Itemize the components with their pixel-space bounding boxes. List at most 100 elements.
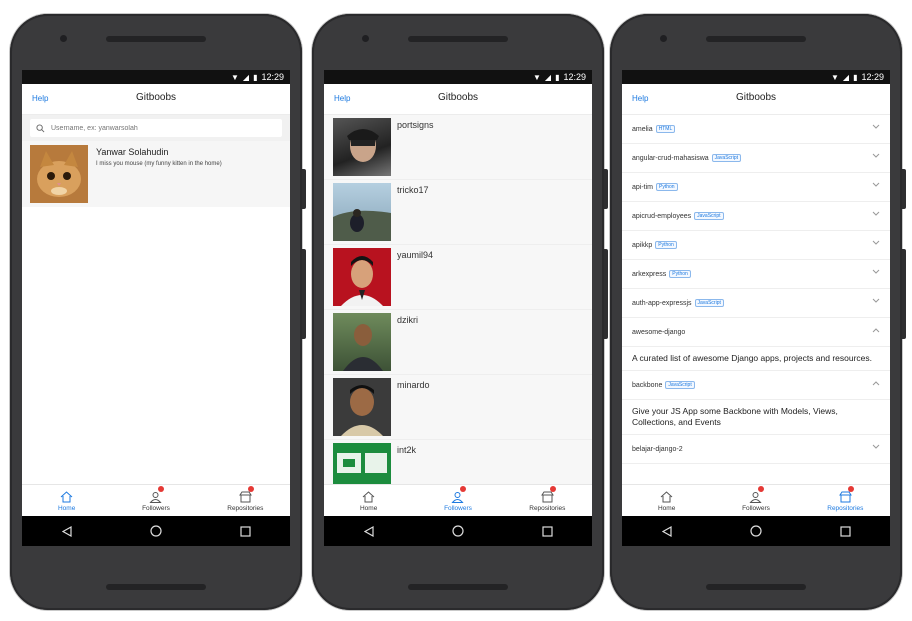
speaker-grille-bottom [106,584,206,590]
back-triangle-icon [363,525,374,537]
chevron-up-icon[interactable] [872,327,880,333]
follower-item[interactable]: dzikri [324,310,592,375]
search-input[interactable] [49,123,273,133]
repo-name: angular-crud-mahasiswa [632,154,709,162]
tab-bar: Home Followers Repositories [622,484,890,516]
avatar [333,118,391,176]
home-circle-icon [452,525,464,537]
volume-button [302,169,306,209]
phone-repositories: ▼ ◢ ▮ 12:29 Help Gitboobs amelia HTML angu… [610,14,906,610]
recents-button[interactable] [837,523,853,539]
wifi-icon: ▼ [230,72,239,82]
repo-item[interactable]: apicrud-employees JavaScript [622,202,890,231]
recents-square-icon [240,525,251,537]
power-button [604,249,608,339]
status-time: 12:29 [261,72,284,82]
tab-followers[interactable]: Followers [413,485,502,516]
app-title: Gitboobs [735,92,777,103]
repo-item[interactable]: belajar-django-2 [622,435,890,464]
repo-name: apicrud-employees [632,212,692,220]
status-time: 12:29 [563,72,586,82]
back-button[interactable] [59,523,75,539]
back-button[interactable] [659,523,675,539]
status-bar: ▼ ◢ ▮ 12:29 [22,70,290,84]
chevron-down-icon[interactable] [872,182,880,188]
user-card[interactable]: Yanwar Solahudin I miss you mouse (my fu… [22,141,290,207]
repo-item[interactable]: apikkp Python [622,231,890,260]
chevron-down-icon[interactable] [872,153,880,159]
search-box[interactable] [30,119,282,137]
recents-square-icon [840,525,851,537]
tab-followers[interactable]: Followers [711,485,800,516]
follower-item[interactable]: portsigns [324,115,592,180]
repo-language-badge: JavaScript [711,154,741,162]
battery-icon: ▮ [555,72,560,82]
repo-item[interactable]: auth-app-expressjs JavaScript [622,289,890,318]
follower-item[interactable]: int2k [324,440,592,485]
app-title: Gitboobs [135,92,177,103]
front-camera [660,35,667,42]
tab-repositories[interactable]: Repositories [503,485,592,516]
tab-followers[interactable]: Followers [111,485,200,516]
repo-name: awesome-django [632,328,686,336]
repo-name: belajar-django-2 [632,445,683,453]
volume-button [902,169,906,209]
back-button[interactable] [361,523,377,539]
home-icon [60,491,73,503]
follower-login: tricko17 [397,185,429,195]
notification-badge [549,486,556,492]
tab-label: Home [57,505,76,512]
repo-item[interactable]: arkexpress Python [622,260,890,289]
chevron-down-icon[interactable] [872,240,880,246]
follower-item[interactable]: minardo [324,375,592,440]
avatar [30,145,88,203]
tab-repositories[interactable]: Repositories [201,485,290,516]
screen: ▼ ◢ ▮ 12:29 Help Gitboobs portsigns tric… [324,70,592,546]
wifi-icon: ▼ [830,72,839,82]
follower-item[interactable]: tricko17 [324,180,592,245]
notification-badge [460,486,467,492]
chevron-down-icon[interactable] [872,211,880,217]
chevron-up-icon[interactable] [872,380,880,386]
repo-item[interactable]: angular-crud-mahasiswa JavaScript [622,144,890,173]
repo-name: amelia [632,125,653,133]
android-nav-bar [324,516,592,546]
follower-item[interactable]: yaumil94 [324,245,592,310]
repo-language-badge: Python [669,270,691,278]
app-bar: Help Gitboobs [22,84,290,115]
shop-icon [838,491,852,503]
chevron-down-icon[interactable] [872,124,880,130]
repo-name: backbone [632,381,663,389]
signal-icon: ◢ [842,72,850,82]
tab-label: Followers [142,505,170,512]
tab-label: Home [657,505,676,512]
chevron-down-icon[interactable] [872,444,880,450]
repo-item[interactable]: api-tim Python [622,173,890,202]
tab-label: Followers [444,505,472,512]
repo-language-badge: Python [656,183,678,191]
repo-item[interactable]: amelia HTML [622,115,890,144]
notification-badge [758,486,765,492]
status-time: 12:29 [861,72,884,82]
repo-item[interactable]: awesome-django [622,318,890,347]
recents-button[interactable] [237,523,253,539]
tab-home[interactable]: Home [22,485,111,516]
repo-name: auth-app-expressjs [632,299,692,307]
home-button[interactable] [748,523,764,539]
recents-button[interactable] [539,523,555,539]
tab-repositories[interactable]: Repositories [801,485,890,516]
repo-item[interactable]: backbone JavaScript [622,371,890,400]
search-bar [22,115,290,141]
recents-square-icon [542,525,553,537]
tab-home[interactable]: Home [622,485,711,516]
home-button[interactable] [148,523,164,539]
home-button[interactable] [450,523,466,539]
volume-button [604,169,608,209]
tab-home[interactable]: Home [324,485,413,516]
front-camera [60,35,67,42]
chevron-down-icon[interactable] [872,269,880,275]
chevron-down-icon[interactable] [872,298,880,304]
search-icon [36,123,45,132]
repo-description: Give your JS App some Backbone with Mode… [622,400,890,435]
followers-list: portsigns tricko17 yaumil94 dzikri minar… [324,115,592,485]
